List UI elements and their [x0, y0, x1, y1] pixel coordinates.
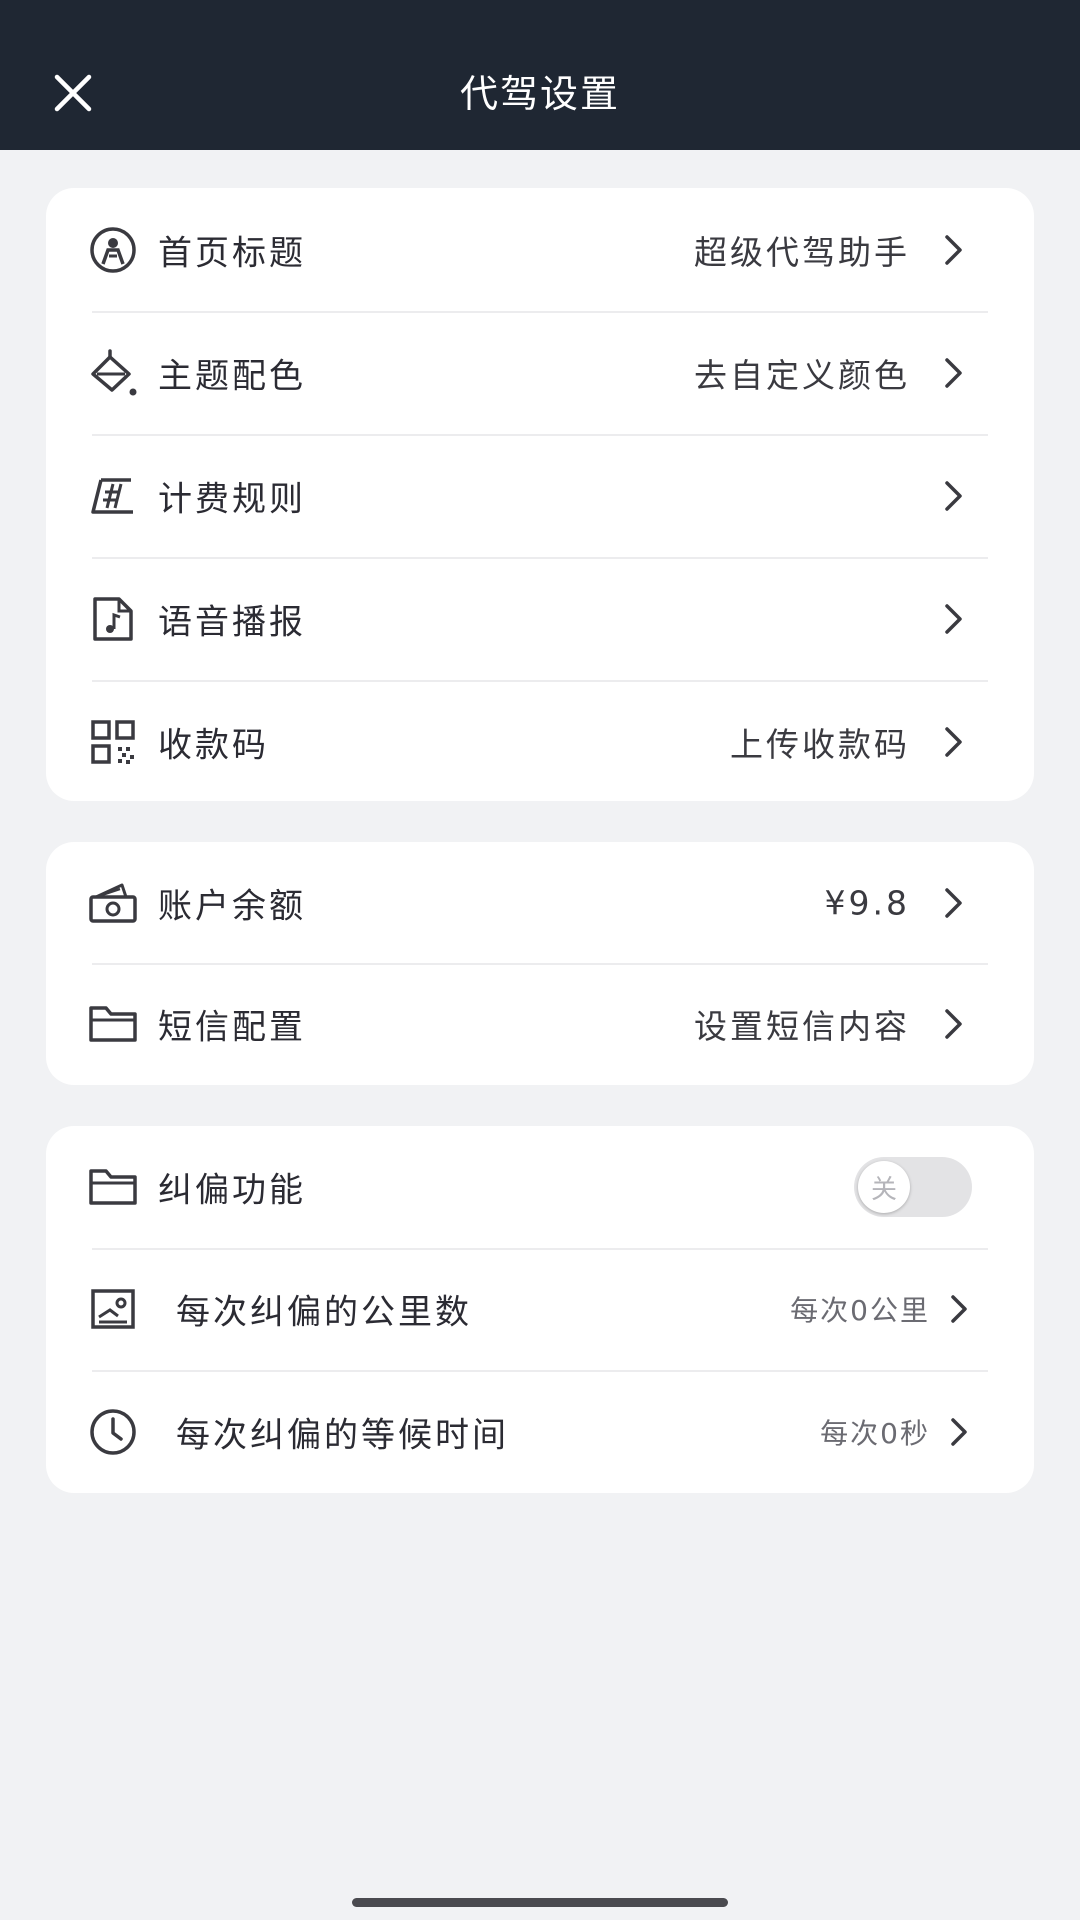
row-label: 收款码 — [158, 725, 269, 765]
cash-icon — [88, 878, 138, 928]
image-card-icon — [88, 1284, 138, 1334]
row-voice-broadcast[interactable]: 语音播报 — [46, 557, 1034, 680]
row-home-title[interactable]: 首页标题 超级代驾助手 — [46, 188, 1034, 311]
row-label: 每次纠偏的等候时间 — [176, 1415, 509, 1455]
row-theme-color[interactable]: 主题配色 去自定义颜色 — [46, 311, 1034, 434]
chevron-right-icon — [940, 355, 968, 391]
chevron-right-icon — [940, 232, 968, 268]
toggle-knob: 关 — [858, 1161, 910, 1213]
settings-card-correction: 纠偏功能 关 每次纠偏的公里数 每次0公里 每次纠偏的等候时间 每次0秒 — [46, 1126, 1034, 1493]
correction-toggle-switch[interactable]: 关 — [854, 1157, 972, 1217]
row-value: 超级代驾助手 — [694, 232, 910, 272]
row-value: ¥9.8 — [824, 883, 910, 922]
row-billing-rules[interactable]: 计费规则 — [46, 434, 1034, 557]
chevron-right-icon — [946, 1291, 974, 1327]
row-value: 每次0秒 — [820, 1416, 930, 1450]
row-value: 设置短信内容 — [694, 1007, 910, 1046]
chevron-right-icon — [940, 885, 968, 921]
row-account-balance[interactable]: 账户余额 ¥9.8 — [46, 842, 1034, 963]
settings-card-account: 账户余额 ¥9.8 短信配置 设置短信内容 — [46, 842, 1034, 1085]
row-payment-code[interactable]: 收款码 上传收款码 — [46, 680, 1034, 801]
settings-card-general: 首页标题 超级代驾助手 主题配色 去自定义颜色 计费规则 语音播报 收款码 上传… — [46, 188, 1034, 801]
home-indicator — [352, 1898, 728, 1907]
row-correction-wait-time[interactable]: 每次纠偏的等候时间 每次0秒 — [46, 1370, 1034, 1493]
folder-icon — [88, 999, 138, 1049]
chevron-right-icon — [946, 1414, 974, 1450]
page-title: 代驾设置 — [459, 71, 620, 116]
chevron-right-icon — [940, 601, 968, 637]
row-label: 每次纠偏的公里数 — [176, 1292, 472, 1333]
row-value: 去自定义颜色 — [694, 355, 910, 395]
row-value: 上传收款码 — [730, 724, 910, 764]
chevron-right-icon — [940, 724, 968, 760]
music-file-icon — [88, 594, 138, 644]
row-label: 账户余额 — [158, 886, 306, 926]
user-circle-icon — [88, 225, 138, 275]
row-sms-config[interactable]: 短信配置 设置短信内容 — [46, 963, 1034, 1085]
chevron-right-icon — [940, 478, 968, 514]
row-label: 计费规则 — [158, 479, 306, 519]
folder-icon — [88, 1162, 138, 1212]
clock-icon — [88, 1407, 138, 1457]
row-correction-distance[interactable]: 每次纠偏的公里数 每次0公里 — [46, 1248, 1034, 1370]
row-correction-toggle: 纠偏功能 关 — [46, 1126, 1034, 1248]
row-label: 语音播报 — [158, 602, 306, 642]
row-label: 短信配置 — [158, 1007, 306, 1048]
row-label: 纠偏功能 — [158, 1170, 306, 1211]
paint-bucket-icon — [88, 348, 138, 398]
ruler-icon — [88, 471, 138, 521]
row-label: 主题配色 — [158, 356, 306, 396]
row-label: 首页标题 — [158, 233, 306, 273]
row-value: 每次0公里 — [790, 1294, 930, 1327]
qr-code-icon — [88, 717, 138, 767]
chevron-right-icon — [940, 1006, 968, 1042]
